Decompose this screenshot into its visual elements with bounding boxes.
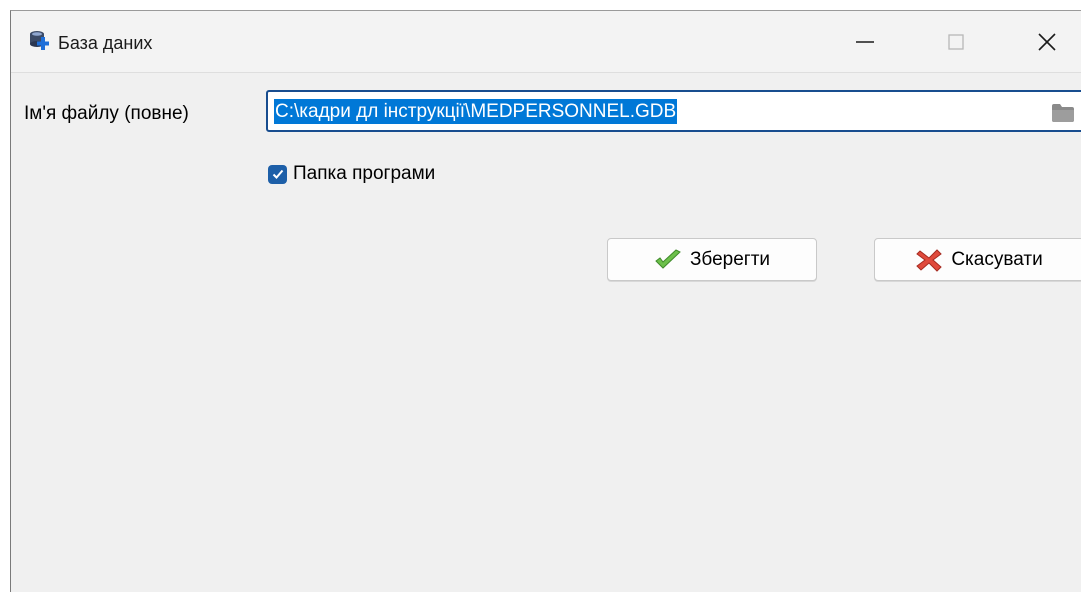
- database-app-icon: [30, 31, 49, 50]
- folder-icon: [1052, 104, 1074, 122]
- file-path-input[interactable]: C:\кадри дл інструкції\MEDPERSONNEL.GDB: [274, 99, 678, 124]
- program-folder-checkbox[interactable]: [268, 164, 287, 184]
- window-title: База даних: [58, 33, 153, 53]
- save-button-label: Зберегти: [689, 248, 771, 270]
- cancel-button-label: Скасувати: [951, 248, 1043, 270]
- checkmark-icon: [655, 248, 681, 269]
- file-name-label: Ім'я файлу (повне): [24, 103, 189, 124]
- maximize-icon: [948, 34, 964, 50]
- browse-button[interactable]: [1050, 100, 1076, 124]
- cancel-button[interactable]: Скасувати: [874, 238, 1081, 281]
- minimize-button[interactable]: [834, 11, 896, 73]
- program-folder-label: Папка програми: [293, 163, 436, 184]
- close-button[interactable]: [1016, 11, 1078, 73]
- minimize-icon: [856, 41, 874, 43]
- title-bar[interactable]: База даних: [11, 11, 1081, 73]
- cross-icon: [916, 248, 943, 272]
- save-button[interactable]: Зберегти: [607, 238, 817, 281]
- file-path-field[interactable]: C:\кадри дл інструкції\MEDPERSONNEL.GDB: [266, 90, 1081, 132]
- check-icon: [272, 169, 283, 179]
- close-icon: [1038, 33, 1056, 51]
- database-dialog: База даних Ім'я файлу (повне) C:\кадри д…: [10, 10, 1081, 592]
- program-folder-checkbox-row[interactable]: Папка програми: [268, 163, 435, 185]
- maximize-button[interactable]: [925, 11, 987, 73]
